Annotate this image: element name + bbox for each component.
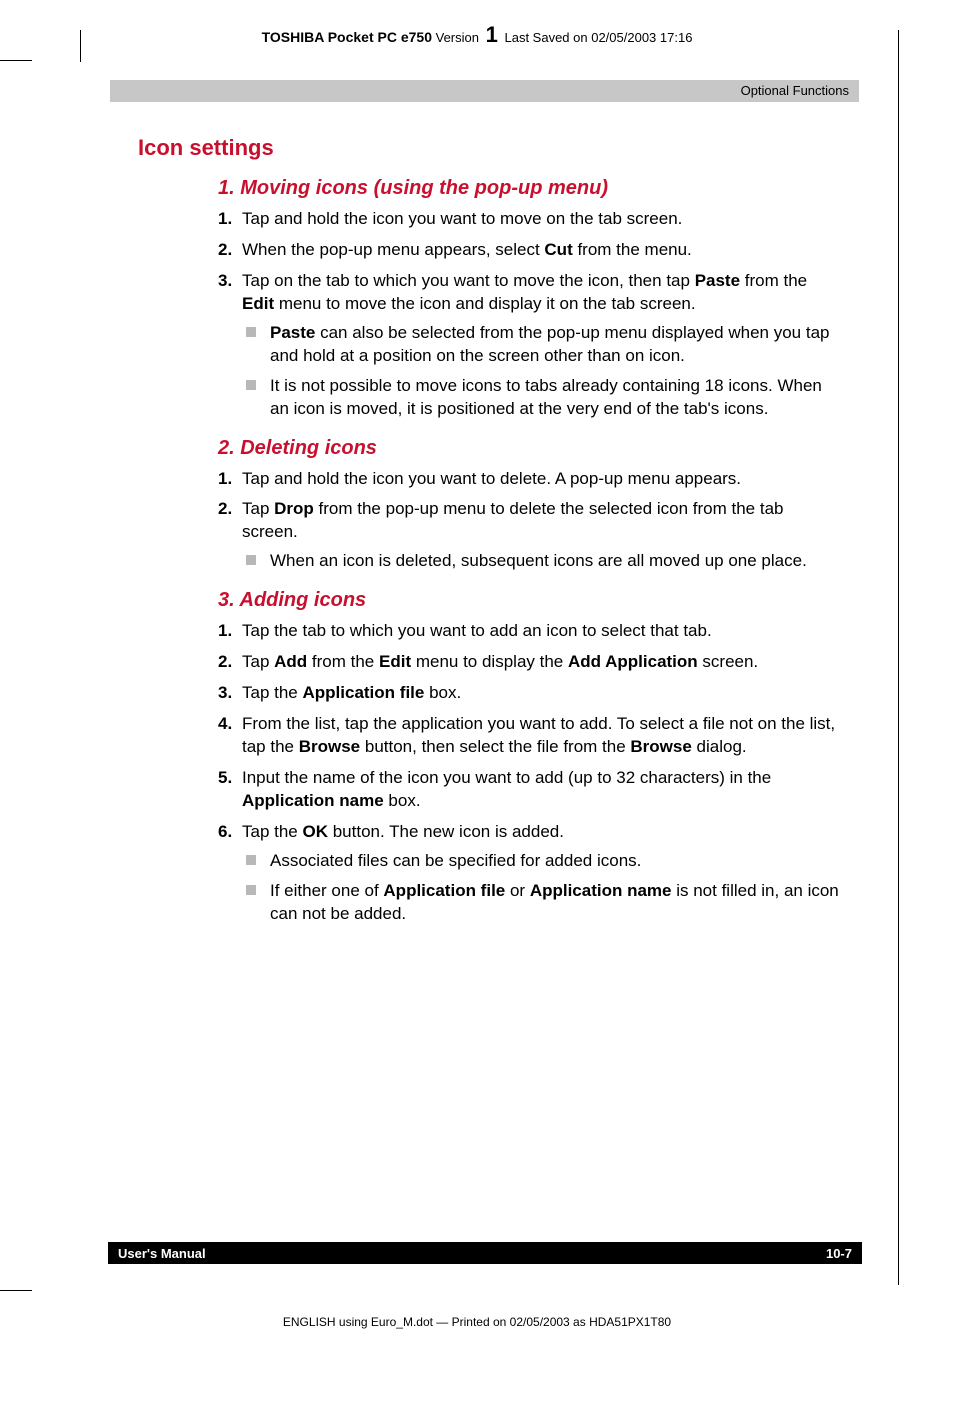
step-item: 1.Tap and hold the icon you want to move… xyxy=(242,208,839,231)
chapter-band: Optional Functions xyxy=(110,80,859,102)
product-name: TOSHIBA Pocket PC e750 xyxy=(262,29,432,45)
content-area: Icon settings 1. Moving icons (using the… xyxy=(138,135,839,934)
bullet-item: It is not possible to move icons to tabs… xyxy=(270,375,839,421)
footer-left: User's Manual xyxy=(118,1246,206,1261)
step-item: 3.Tap the Application file box. xyxy=(242,682,839,705)
crop-mark xyxy=(898,30,899,1285)
step-item: 1.Tap the tab to which you want to add a… xyxy=(242,620,839,643)
bullets-adding: Associated files can be specified for ad… xyxy=(242,850,839,926)
bullet-item: If either one of Application file or App… xyxy=(270,880,839,926)
bullet-item: Paste can also be selected from the pop-… xyxy=(270,322,839,368)
crop-mark xyxy=(0,60,32,61)
step-item: 4.From the list, tap the application you… xyxy=(242,713,839,759)
step-item: 2.Tap Add from the Edit menu to display … xyxy=(242,651,839,674)
step-item: 3.Tap on the tab to which you want to mo… xyxy=(242,270,839,421)
crop-mark xyxy=(0,1290,32,1291)
step-item: 6.Tap the OK button. The new icon is add… xyxy=(242,821,839,926)
subsection-deleting: 2. Deleting icons xyxy=(218,437,839,460)
steps-adding: 1.Tap the tab to which you want to add a… xyxy=(218,620,839,925)
bullet-item: When an icon is deleted, subsequent icon… xyxy=(270,550,839,573)
footer-right: 10-7 xyxy=(826,1246,852,1261)
page-header: TOSHIBA Pocket PC e750 Version 1 Last Sa… xyxy=(0,22,954,48)
subsection-adding: 3. Adding icons xyxy=(218,589,839,612)
footer-print: ENGLISH using Euro_M.dot — Printed on 02… xyxy=(0,1315,954,1329)
steps-deleting: 1.Tap and hold the icon you want to dele… xyxy=(218,468,839,574)
section-title: Icon settings xyxy=(138,135,839,161)
step-item: 2.When the pop-up menu appears, select C… xyxy=(242,239,839,262)
version-label: Version xyxy=(436,30,479,45)
chapter-text: Optional Functions xyxy=(741,83,849,98)
footer-bar: User's Manual 10-7 xyxy=(108,1242,862,1264)
step-item: 2.Tap Drop from the pop-up menu to delet… xyxy=(242,498,839,573)
bullets-deleting: When an icon is deleted, subsequent icon… xyxy=(242,550,839,573)
subsection-moving: 1. Moving icons (using the pop-up menu) xyxy=(218,177,839,200)
bullets-moving: Paste can also be selected from the pop-… xyxy=(242,322,839,421)
bullet-item: Associated files can be specified for ad… xyxy=(270,850,839,873)
saved-date: Last Saved on 02/05/2003 17:16 xyxy=(504,30,692,45)
step-item: 5.Input the name of the icon you want to… xyxy=(242,767,839,813)
version-number: 1 xyxy=(486,22,498,47)
step-item: 1.Tap and hold the icon you want to dele… xyxy=(242,468,839,491)
steps-moving: 1.Tap and hold the icon you want to move… xyxy=(218,208,839,421)
